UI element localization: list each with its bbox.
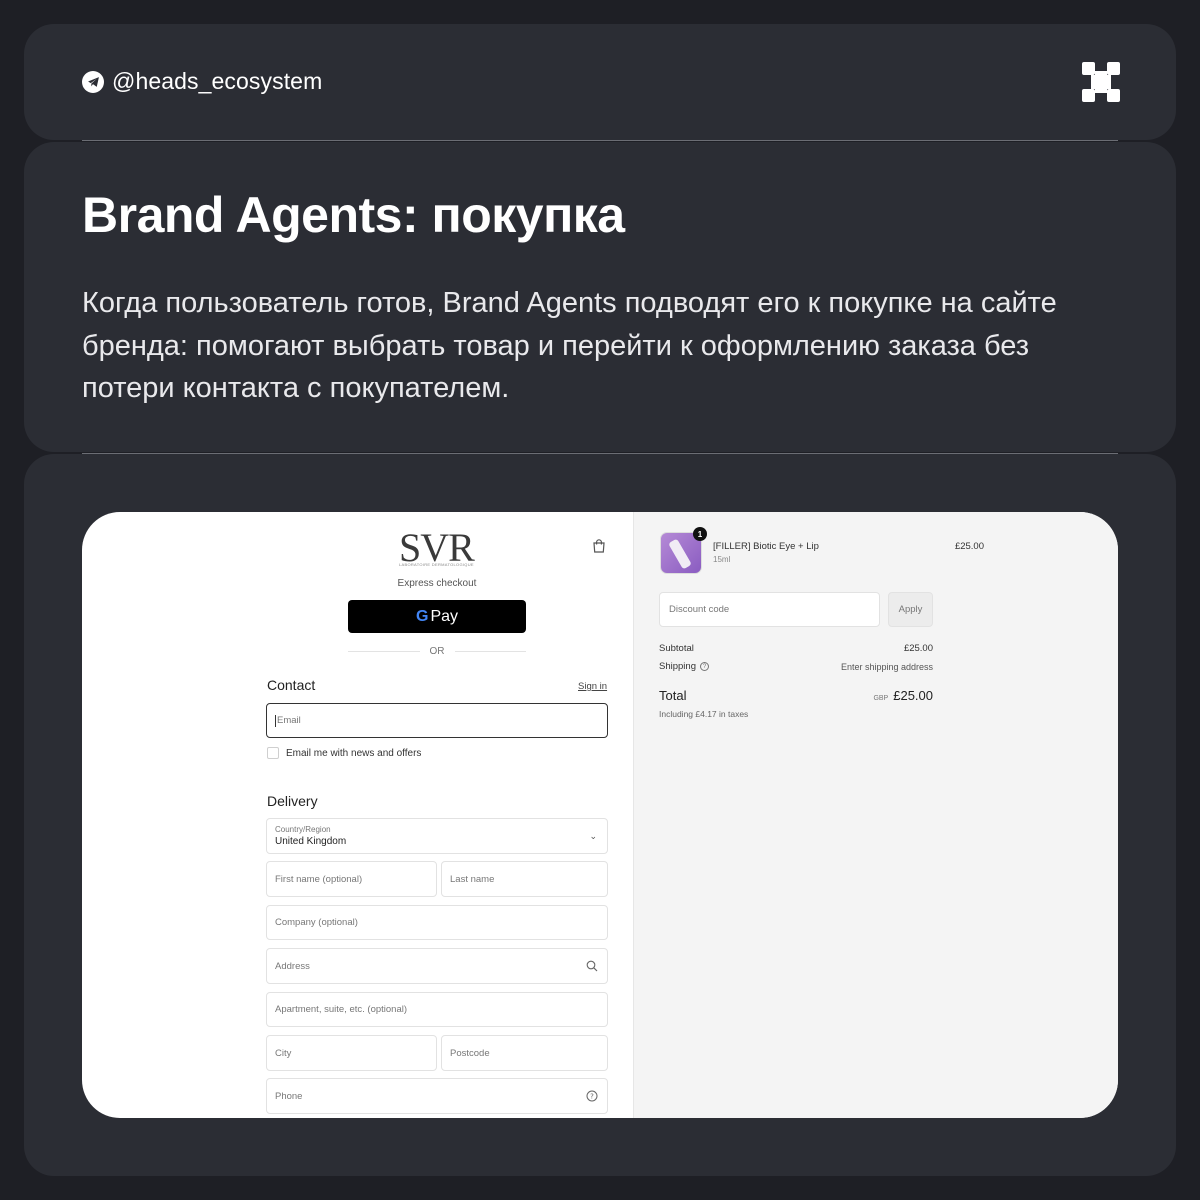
email-placeholder: Email: [277, 715, 301, 726]
country-label: Country/Region: [275, 825, 331, 834]
shipping-label: Shipping: [659, 661, 696, 672]
product-tube-image: [668, 538, 692, 570]
apply-discount-button[interactable]: Apply: [888, 592, 933, 627]
sign-in-link[interactable]: Sign in: [578, 681, 607, 692]
email-field[interactable]: Email: [266, 703, 608, 738]
handle-text: @heads_ecosystem: [112, 68, 323, 94]
search-icon[interactable]: [586, 960, 598, 972]
text-caret: [275, 714, 276, 727]
subtotal-value: £25.00: [903, 643, 933, 654]
x-logo-icon: [1082, 62, 1120, 102]
total-value-group: GBP £25.00: [873, 688, 933, 703]
apartment-placeholder: Apartment, suite, etc. (optional): [275, 1004, 408, 1015]
help-circle-icon[interactable]: ?: [699, 662, 709, 671]
first-name-field[interactable]: First name (optional): [266, 861, 437, 897]
address-placeholder: Address: [275, 960, 310, 972]
discount-code-input[interactable]: Discount code: [659, 592, 880, 627]
google-pay-button[interactable]: G Pay: [348, 600, 526, 633]
newsletter-checkbox[interactable]: [267, 747, 279, 759]
order-summary: 1 [FILLER] Biotic Eye + Lip 15ml £25.00 …: [633, 512, 1118, 1118]
product-thumbnail: 1: [660, 527, 707, 574]
shipping-row: Shipping ? Enter shipping address: [659, 661, 933, 672]
product-price: £25.00: [954, 541, 984, 552]
or-label: OR: [429, 646, 445, 657]
apartment-field[interactable]: Apartment, suite, etc. (optional): [266, 992, 608, 1027]
express-checkout-label: Express checkout: [397, 578, 477, 589]
or-line-right: [454, 651, 526, 652]
brand-tagline: LABORATOIRE DERMATOLOGIQUE: [399, 562, 474, 567]
shopping-bag-icon[interactable]: [592, 539, 606, 553]
last-name-placeholder: Last name: [450, 873, 495, 885]
postcode-field[interactable]: Postcode: [441, 1035, 608, 1071]
newsletter-option[interactable]: Email me with news and offers: [267, 747, 421, 759]
telegram-icon: [82, 70, 104, 93]
product-name: [FILLER] Biotic Eye + Lip: [713, 541, 819, 552]
shipping-label-group: Shipping ?: [659, 661, 709, 672]
checkout-screenshot: SVR LABORATOIRE DERMATOLOGIQUE Express c…: [82, 512, 1118, 1118]
google-g-icon: G: [415, 607, 429, 625]
product-variant: 15ml: [713, 555, 731, 564]
postcode-placeholder: Postcode: [450, 1047, 490, 1059]
tax-note: Including £4.17 in taxes: [659, 709, 749, 719]
total-row: Total GBP £25.00: [659, 688, 933, 703]
svg-text:?: ?: [590, 1093, 594, 1101]
delivery-heading: Delivery: [267, 793, 318, 809]
phone-placeholder: Phone: [275, 1090, 303, 1102]
or-separator: OR: [348, 646, 526, 657]
newsletter-label: Email me with news and offers: [286, 747, 422, 759]
chevron-down-icon: ⌄: [589, 831, 597, 841]
country-value: United Kingdom: [275, 836, 347, 847]
divider-bottom: [82, 453, 1118, 454]
company-field[interactable]: Company (optional): [266, 905, 608, 940]
last-name-field[interactable]: Last name: [441, 861, 608, 897]
subtotal-row: Subtotal £25.00: [659, 643, 933, 654]
total-currency: GBP: [873, 695, 889, 702]
google-pay-label: Pay: [430, 607, 459, 625]
country-select[interactable]: Country/Region United Kingdom ⌄: [266, 818, 608, 854]
channel-handle[interactable]: @heads_ecosystem: [82, 68, 322, 95]
shipping-value: Enter shipping address: [840, 661, 933, 672]
page-description: Когда пользователь готов, Brand Agents п…: [82, 287, 1057, 404]
city-placeholder: City: [275, 1047, 292, 1059]
phone-field[interactable]: Phone ?: [266, 1078, 608, 1114]
address-field[interactable]: Address: [266, 948, 608, 984]
contact-heading: Contact: [267, 677, 316, 693]
subtotal-label: Subtotal: [659, 643, 694, 654]
divider-top: [82, 140, 1118, 141]
page-title: Brand Agents: покупка: [82, 187, 625, 243]
help-circle-icon[interactable]: ?: [586, 1090, 598, 1102]
discount-placeholder: Discount code: [669, 604, 730, 615]
company-placeholder: Company (optional): [275, 917, 358, 928]
city-field[interactable]: City: [266, 1035, 437, 1071]
first-name-placeholder: First name (optional): [275, 873, 363, 885]
quantity-badge: 1: [693, 527, 707, 541]
total-label: Total: [659, 688, 687, 703]
total-value: £25.00: [893, 688, 933, 703]
or-line-left: [348, 651, 420, 652]
